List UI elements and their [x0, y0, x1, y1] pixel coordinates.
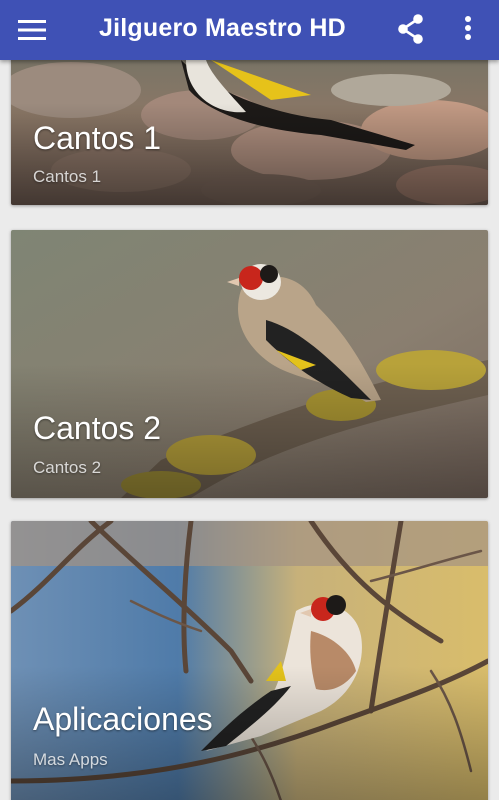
card-cantos-1[interactable]: Cantos 1 Cantos 1 [11, 60, 488, 205]
card-title: Cantos 1 [33, 120, 162, 156]
more-options-button[interactable] [455, 12, 481, 46]
share-button[interactable] [394, 12, 428, 46]
card-title: Aplicaciones [33, 701, 213, 737]
card-aplicaciones[interactable]: Aplicaciones Mas Apps [11, 521, 488, 800]
more-vert-icon [465, 16, 471, 40]
card-subtitle: Cantos 1 [33, 167, 102, 186]
share-icon [398, 14, 423, 44]
app-title: Jilguero Maestro HD [99, 14, 346, 42]
card-subtitle: Mas Apps [33, 750, 108, 769]
card-cantos-2[interactable]: Cantos 2 Cantos 2 [11, 230, 488, 498]
menu-icon [18, 20, 46, 40]
menu-button[interactable] [18, 14, 58, 46]
card-subtitle: Cantos 2 [33, 458, 102, 477]
card-list[interactable]: Cantos 1 Cantos 1 Cantos 2 Cantos 2 Apli… [0, 60, 499, 800]
card-title: Cantos 2 [33, 410, 162, 446]
app-bar: Jilguero Maestro HD [0, 0, 499, 60]
